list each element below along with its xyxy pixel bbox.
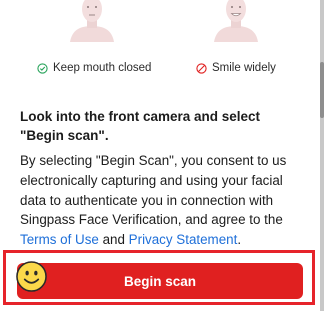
consent-text: By selecting "Begin Scan", you consent t… xyxy=(20,151,305,250)
instruction-heading: Look into the front camera and select "B… xyxy=(20,109,261,143)
check-circle-icon xyxy=(37,62,48,74)
scrollbar[interactable] xyxy=(320,0,324,311)
consent-end: . xyxy=(237,232,242,248)
tip-label: Keep mouth closed xyxy=(53,62,152,74)
consent-body: By selecting "Begin Scan", you consent t… xyxy=(20,153,287,228)
prohibited-icon xyxy=(196,62,207,74)
scrollbar-thumb[interactable] xyxy=(320,62,324,118)
face-mouth-closed-illustration xyxy=(70,0,114,42)
tip-smile-widely: Smile widely xyxy=(196,62,276,74)
tip-keep-mouth-closed: Keep mouth closed xyxy=(37,62,151,74)
face-verification-panel: Keep mouth closed Smile widely Look into… xyxy=(0,0,320,311)
terms-of-use-link[interactable]: Terms of Use xyxy=(20,232,99,247)
consent-joiner: and xyxy=(98,232,129,248)
begin-scan-label: Begin scan xyxy=(123,273,197,289)
tip-label: Smile widely xyxy=(212,62,276,74)
privacy-statement-link[interactable]: Privacy Statement xyxy=(129,232,238,247)
begin-scan-button[interactable]: Begin scan xyxy=(17,263,303,299)
smiley-face-icon xyxy=(16,261,47,292)
face-smiling-illustration xyxy=(214,0,258,42)
